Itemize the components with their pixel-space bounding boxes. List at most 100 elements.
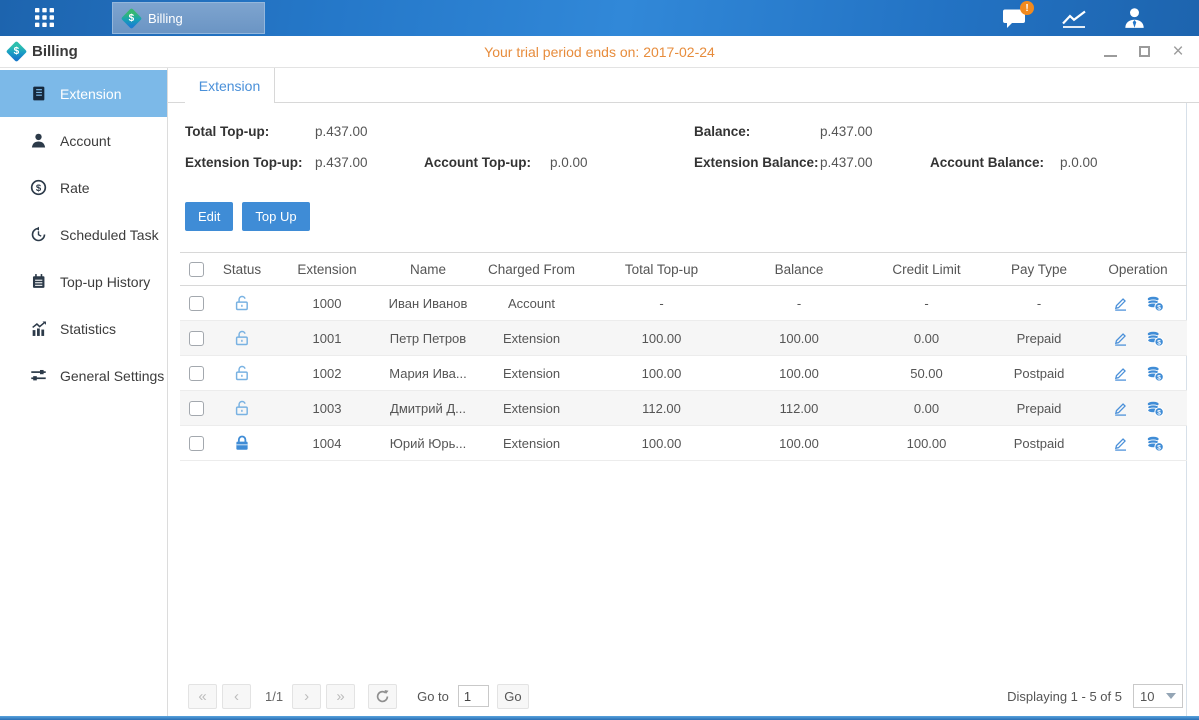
prev-page-icon[interactable]: ‹: [222, 684, 251, 709]
displaying-text: Displaying 1 - 5 of 5: [1007, 689, 1122, 704]
table-row: 1002 Мария Ива... Extension 100.00 100.0…: [180, 356, 1187, 391]
row-checkbox[interactable]: [189, 331, 204, 346]
edit-row-icon[interactable]: [1112, 435, 1129, 452]
cell-credit-limit: 0.00: [864, 391, 989, 426]
lock-open-icon[interactable]: [233, 294, 251, 312]
account-topup-label: Account Top-up:: [424, 155, 531, 170]
first-page-icon[interactable]: «: [188, 684, 217, 709]
minimize-icon[interactable]: [1097, 41, 1123, 63]
cell-total-topup: 100.00: [589, 426, 734, 461]
extension-icon: [30, 85, 47, 102]
tab-strip: Extension: [168, 68, 1199, 103]
sidebar-item-label: Top-up History: [60, 274, 150, 290]
column-header-total-topup[interactable]: Total Top-up: [589, 253, 734, 286]
cell-total-topup: 100.00: [589, 356, 734, 391]
lock-open-icon[interactable]: [233, 329, 251, 347]
cell-credit-limit: -: [864, 286, 989, 321]
edit-row-icon[interactable]: [1112, 330, 1129, 347]
maximize-icon[interactable]: [1131, 41, 1157, 63]
refresh-icon[interactable]: [368, 684, 397, 709]
cell-status: [212, 286, 272, 321]
svg-text:$: $: [1157, 339, 1161, 346]
row-checkbox[interactable]: [189, 436, 204, 451]
last-page-icon[interactable]: »: [326, 684, 355, 709]
lock-open-icon[interactable]: [233, 399, 251, 417]
cell-status: [212, 356, 272, 391]
total-topup-label: Total Top-up:: [185, 124, 269, 139]
edit-button[interactable]: Edit: [185, 202, 233, 231]
row-checkbox[interactable]: [189, 401, 204, 416]
column-header-charged-from[interactable]: Charged From: [474, 253, 589, 286]
total-topup-value: p.437.00: [315, 124, 368, 139]
column-header-name[interactable]: Name: [382, 253, 474, 286]
select-all-checkbox[interactable]: [189, 262, 204, 277]
sidebar-item-scheduled-task[interactable]: Scheduled Task: [0, 211, 167, 258]
cell-extension: 1004: [272, 426, 382, 461]
cell-credit-limit: 100.00: [864, 426, 989, 461]
topup-row-icon[interactable]: $: [1146, 400, 1164, 417]
extension-topup-value: p.437.00: [315, 155, 368, 170]
sidebar-item-extension[interactable]: Extension: [0, 70, 167, 117]
statistics-chart-icon[interactable]: [1061, 6, 1087, 30]
row-checkbox-cell: [180, 321, 212, 356]
app-grid-icon[interactable]: [35, 8, 54, 30]
balance-label: Balance:: [694, 124, 750, 139]
cell-credit-limit: 50.00: [864, 356, 989, 391]
row-checkbox[interactable]: [189, 366, 204, 381]
row-checkbox[interactable]: [189, 296, 204, 311]
column-header-credit-limit[interactable]: Credit Limit: [864, 253, 989, 286]
page-size-select[interactable]: 10: [1133, 684, 1183, 708]
sidebar-item-statistics[interactable]: Statistics: [0, 305, 167, 352]
cell-charged-from: Extension: [474, 426, 589, 461]
tab-extension[interactable]: Extension: [185, 68, 275, 103]
extension-balance-label: Extension Balance:: [694, 155, 819, 170]
lock-open-icon[interactable]: [233, 364, 251, 382]
sidebar-item-rate[interactable]: $ Rate: [0, 164, 167, 211]
extension-panel: Total Top-up: p.437.00 Balance: p.437.00…: [168, 103, 1187, 716]
sidebar-item-general-settings[interactable]: General Settings: [0, 352, 167, 399]
column-header-pay-type[interactable]: Pay Type: [989, 253, 1089, 286]
user-account-icon[interactable]: [1121, 6, 1147, 30]
notifications-chat-icon[interactable]: !: [1001, 6, 1027, 30]
column-header-operation[interactable]: Operation: [1089, 253, 1187, 286]
goto-page-input[interactable]: [458, 685, 489, 707]
sidebar-item-topup-history[interactable]: Top-up History: [0, 258, 167, 305]
edit-row-icon[interactable]: [1112, 295, 1129, 312]
cell-name: Петр Петров: [382, 321, 474, 356]
column-header-status[interactable]: Status: [212, 253, 272, 286]
toolbar: Edit Top Up: [185, 202, 1186, 231]
topup-button[interactable]: Top Up: [242, 202, 309, 231]
cell-operation: $: [1089, 356, 1187, 391]
sidebar-item-label: Scheduled Task: [60, 227, 159, 243]
sidebar-item-label: Statistics: [60, 321, 116, 337]
main-content: Extension Total Top-up: p.437.00 Balance…: [168, 68, 1199, 716]
edit-row-icon[interactable]: [1112, 365, 1129, 382]
taskbar-billing-tab[interactable]: $ Billing: [112, 2, 265, 34]
sidebar-item-account[interactable]: Account: [0, 117, 167, 164]
table-row: 1004 Юрий Юрь... Extension 100.00 100.00…: [180, 426, 1187, 461]
next-page-icon[interactable]: ›: [292, 684, 321, 709]
cell-operation: $: [1089, 426, 1187, 461]
table-row: 1001 Петр Петров Extension 100.00 100.00…: [180, 321, 1187, 356]
topup-row-icon[interactable]: $: [1146, 365, 1164, 382]
cell-operation: $: [1089, 321, 1187, 356]
cell-pay-type: Postpaid: [989, 356, 1089, 391]
svg-text:$: $: [1157, 409, 1161, 416]
column-header-balance[interactable]: Balance: [734, 253, 864, 286]
cell-total-topup: 112.00: [589, 391, 734, 426]
column-header-extension[interactable]: Extension: [272, 253, 382, 286]
topup-row-icon[interactable]: $: [1146, 295, 1164, 312]
topup-row-icon[interactable]: $: [1146, 330, 1164, 347]
taskbar-tab-label: Billing: [148, 11, 183, 26]
edit-row-icon[interactable]: [1112, 400, 1129, 417]
svg-text:$: $: [1157, 444, 1161, 451]
lock-closed-icon[interactable]: [233, 434, 251, 452]
topup-row-icon[interactable]: $: [1146, 435, 1164, 452]
dropdown-arrow-icon: [1166, 693, 1176, 699]
close-icon[interactable]: ×: [1165, 41, 1191, 63]
row-checkbox-cell: [180, 426, 212, 461]
account-balance-value: p.0.00: [1060, 155, 1098, 170]
cell-operation: $: [1089, 391, 1187, 426]
go-button[interactable]: Go: [497, 684, 529, 709]
cell-extension: 1000: [272, 286, 382, 321]
